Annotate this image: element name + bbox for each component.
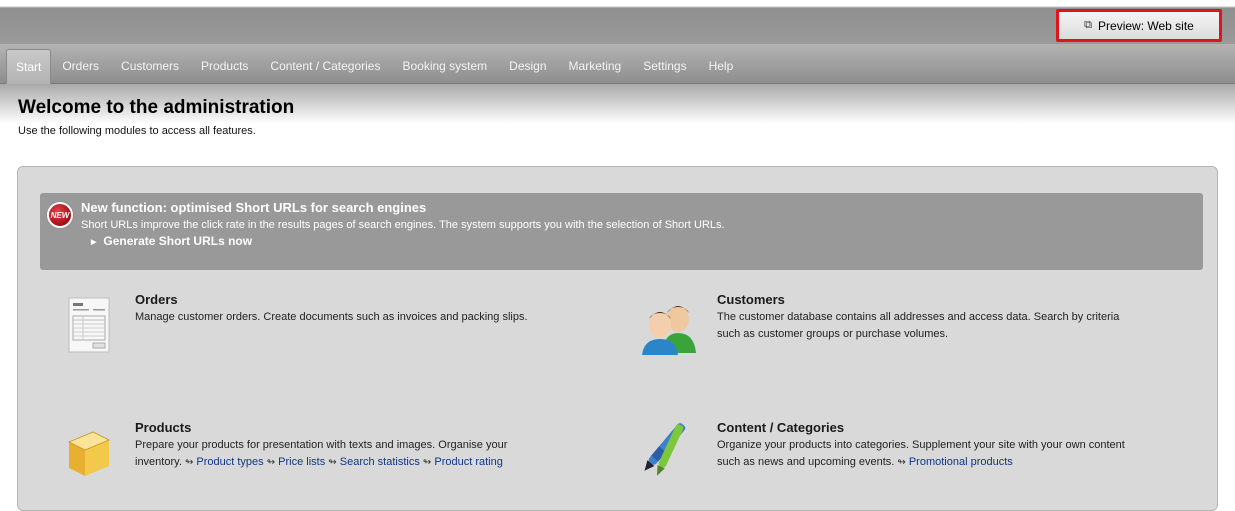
notice-title: New function: optimised Short URLs for s… — [81, 200, 427, 215]
products-title[interactable]: Products — [135, 420, 191, 435]
page-title: Welcome to the administration — [18, 97, 295, 118]
content-categories-title[interactable]: Content / Categories — [717, 420, 844, 435]
link-arrow-icon: ↬ — [328, 457, 337, 468]
orders-desc: Manage customer orders. Create documents… — [135, 311, 528, 323]
link-arrow-icon: ↬ — [422, 457, 432, 468]
customers-title[interactable]: Customers — [717, 292, 785, 307]
tab-booking-system[interactable]: Booking system — [391, 49, 498, 84]
link-arrow-icon: ↬ — [897, 457, 906, 468]
products-desc-line1: Prepare your products for presentation w… — [135, 439, 508, 451]
preview-label: Preview: Web site — [1098, 18, 1194, 33]
products-desc-text: inventory. — [135, 456, 182, 468]
external-link-icon: ⧉ — [1084, 19, 1093, 31]
search-statistics-link[interactable]: Search statistics — [340, 456, 420, 468]
tab-content-categories[interactable]: Content / Categories — [259, 49, 391, 84]
tab-design[interactable]: Design — [498, 49, 557, 84]
tab-orders[interactable]: Orders — [51, 49, 110, 84]
preview-website-button[interactable]: ⧉ Preview: Web site — [1056, 9, 1222, 42]
link-arrow-icon: ↬ — [266, 457, 276, 468]
notice-text: Short URLs improve the click rate in the… — [81, 219, 725, 231]
orders-document-icon[interactable] — [67, 296, 111, 354]
main-nav: Start Orders Customers Products Content … — [0, 44, 1235, 84]
promotional-products-link[interactable]: Promotional products — [909, 456, 1013, 468]
triangle-right-icon: ▶ — [91, 239, 97, 246]
content-desc-line1: Organize your products into categories. … — [717, 439, 1125, 451]
link-arrow-icon: ↬ — [184, 457, 194, 468]
page-subtitle: Use the following modules to access all … — [18, 125, 256, 137]
orders-title[interactable]: Orders — [135, 292, 178, 307]
top-bar — [0, 0, 1235, 44]
new-badge-icon: NEW — [47, 202, 73, 228]
generate-short-urls-label: Generate Short URLs now — [103, 234, 253, 248]
content-desc-line2: such as news and upcoming events. ↬ Prom… — [717, 454, 1013, 471]
customers-desc-line2: such as customer groups or purchase volu… — [717, 328, 949, 340]
price-lists-link[interactable]: Price lists — [278, 456, 325, 468]
tab-start[interactable]: Start — [6, 49, 52, 84]
products-desc-line2: inventory. ↬ Product types ↬ Price lists… — [135, 454, 503, 471]
tab-products[interactable]: Products — [190, 49, 259, 84]
tab-marketing[interactable]: Marketing — [558, 49, 633, 84]
content-pens-icon[interactable] — [636, 420, 690, 482]
product-types-link[interactable]: Product types — [196, 456, 263, 468]
products-box-icon[interactable] — [63, 428, 113, 480]
customers-people-icon[interactable] — [640, 301, 698, 355]
customers-desc-line1: The customer database contains all addre… — [717, 311, 1120, 323]
product-rating-link[interactable]: Product rating — [434, 456, 502, 468]
content-desc-text: such as news and upcoming events. — [717, 456, 895, 468]
tab-settings[interactable]: Settings — [632, 49, 697, 84]
generate-short-urls-link[interactable]: ▶ Generate Short URLs now — [91, 234, 252, 248]
tab-customers[interactable]: Customers — [110, 49, 190, 84]
tab-help[interactable]: Help — [698, 49, 745, 84]
